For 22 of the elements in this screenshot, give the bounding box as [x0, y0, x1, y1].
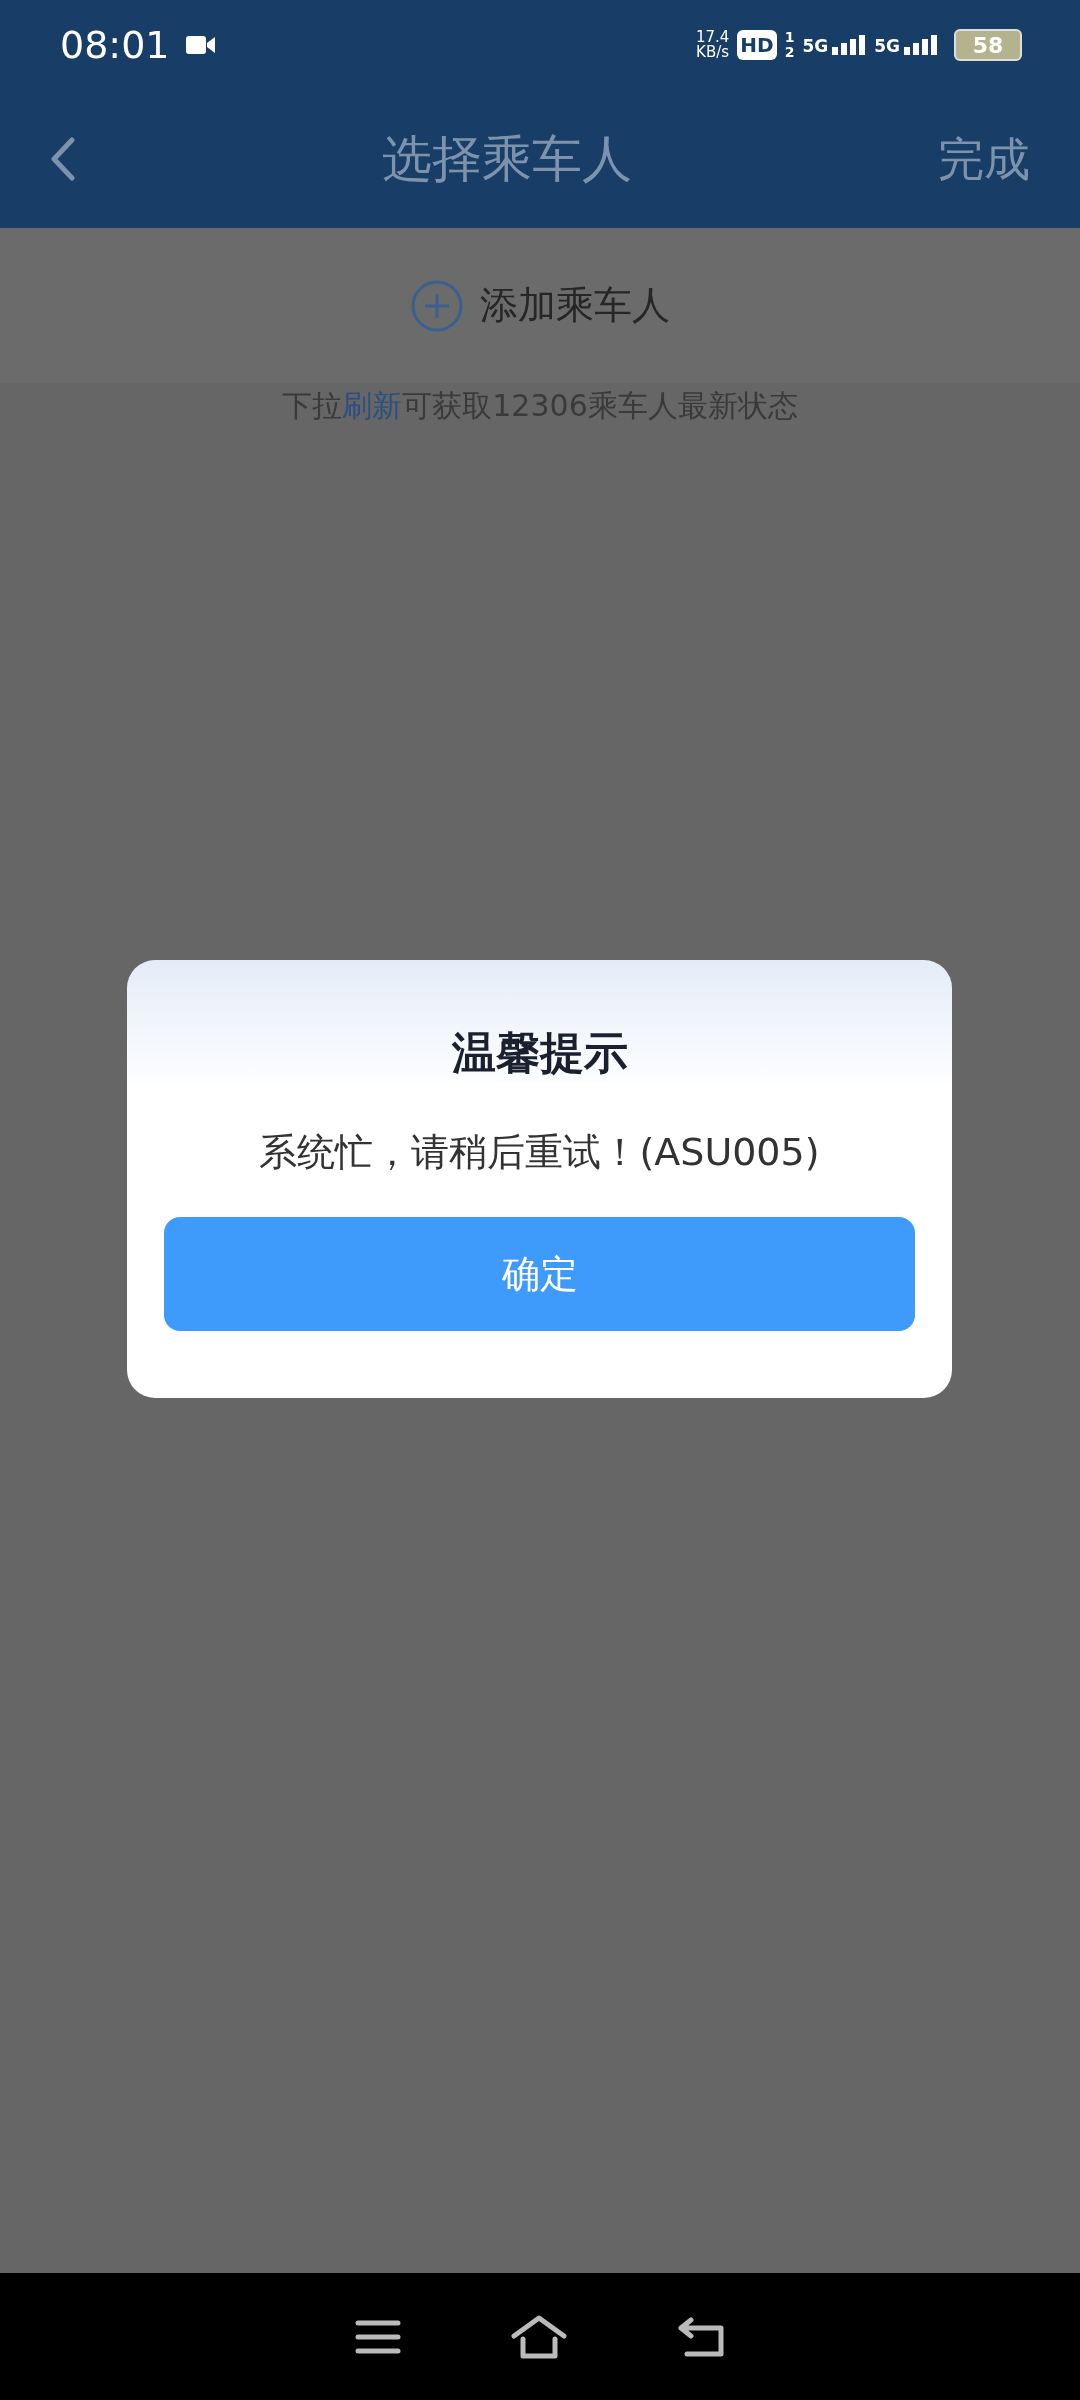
back-icon[interactable]	[50, 137, 76, 181]
network-speed: 17.4	[695, 30, 730, 45]
refresh-link[interactable]: 刷新	[342, 388, 403, 423]
done-button[interactable]: 完成	[938, 124, 1030, 194]
dialog-message: 系统忙，请稍后重试！(ASU005)	[258, 1129, 821, 1176]
network-type: 5G	[802, 38, 829, 55]
dialog-title: 温馨提示	[451, 1026, 628, 1080]
confirm-button[interactable]: 确定	[164, 1217, 915, 1331]
network-type: 5G	[874, 38, 900, 55]
back-nav-icon[interactable]	[677, 2316, 725, 2357]
add-passenger-button[interactable]: 添加乘车人	[480, 277, 670, 334]
video-camera-icon	[185, 34, 216, 56]
signal-icon	[904, 35, 938, 55]
sim-number: 2	[784, 45, 795, 60]
battery-level: 58	[954, 29, 1022, 61]
speed-unit: KB/s	[695, 45, 730, 60]
sim-number: 1	[784, 30, 795, 45]
status-time: 08:01	[60, 21, 170, 69]
hd-badge: HD	[737, 30, 777, 60]
signal-icon	[832, 35, 867, 55]
home-icon[interactable]	[511, 2314, 567, 2359]
page-title: 选择乘车人	[382, 128, 632, 190]
